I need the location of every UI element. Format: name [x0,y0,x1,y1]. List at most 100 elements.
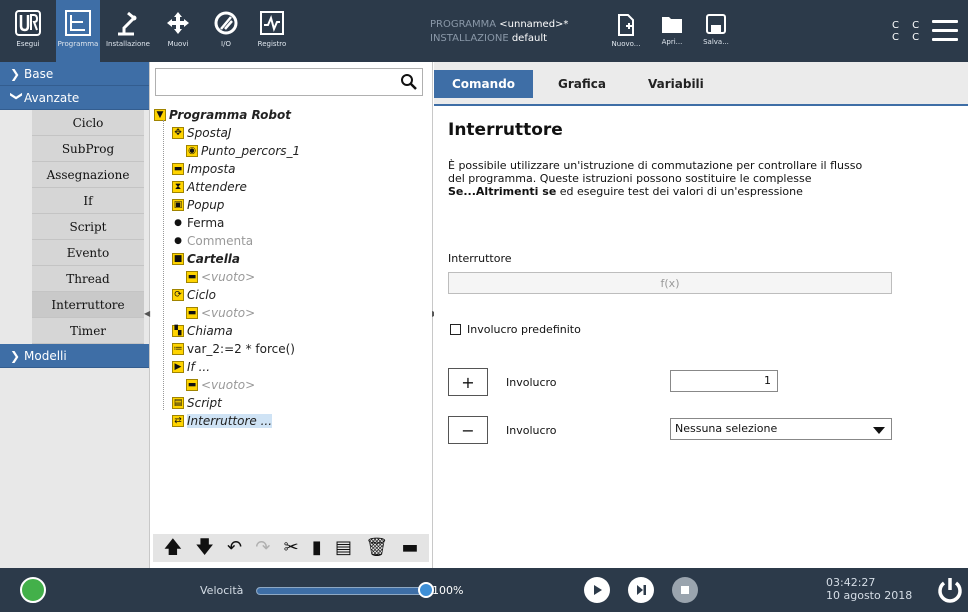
ur-logo-icon [15,10,41,36]
save-button[interactable]: Salva... [696,0,736,62]
move-cross-icon [167,12,189,34]
dropdown-arrow-icon [873,427,885,434]
power-icon[interactable] [936,576,964,604]
io-tab-label: I/O [221,40,231,48]
tree-toolbar: 🡅 🡇 ↶ ↷ ✂ ▮ ▤ 🗑 ▬ [153,534,429,562]
tree-node-halt[interactable]: ● Ferma [154,214,429,232]
cut-icon[interactable]: ✂ [284,539,299,557]
tree-node-label: Interruttore ... [187,414,273,428]
collapse-sidebar-icon[interactable]: ◀ [144,309,152,321]
sidebar-item-switch[interactable]: Interruttore [32,292,144,318]
tree-node-switch[interactable]: ⇄ Interruttore ... [154,412,429,430]
copy-icon[interactable]: ▮ [312,539,322,557]
tree-node-folder[interactable]: ■ Cartella [154,250,429,268]
tree-connector [163,120,164,410]
tree-node-icon: ▤ [172,397,184,409]
bottom-bar: Velocità 100% 03:42:27 10 agosto 2018 [0,568,968,612]
sidebar-item-assignment[interactable]: Assegnazione [32,162,144,188]
new-button[interactable]: Nuovo... [606,0,646,62]
tab-command[interactable]: Comando [434,70,534,98]
tree-node-movej[interactable]: ✥ SpostaJ [154,124,429,142]
cc-line-2: C C [892,32,925,43]
sidebar-item-thread[interactable]: Thread [32,266,144,292]
sidebar-item-event[interactable]: Evento [32,240,144,266]
undo-icon[interactable]: ↶ [227,539,242,557]
tree-node-label: Punto_percors_1 [201,144,301,158]
tree-node-assignment[interactable]: ≔ var_2:=2 * force() [154,340,429,358]
remove-case-button[interactable]: − [448,416,488,444]
tree-node-icon: ⇄ [172,415,184,427]
log-tab-button[interactable]: Registro [250,0,294,62]
checkbox-box[interactable] [450,324,461,335]
tree-node-popup[interactable]: ▣ Popup [154,196,429,214]
tree-node-empty-1[interactable]: ▬ <vuoto> [154,268,429,286]
program-name: <unnamed>* [499,19,569,30]
tree-node-set[interactable]: ▬ Imposta [154,160,429,178]
category-base[interactable]: ❯ Base [0,62,149,86]
tree-node-loop[interactable]: ⟳ Ciclo [154,286,429,304]
tree-node-icon: ▬ [186,307,198,319]
paste-icon[interactable]: ▤ [335,539,352,557]
tree-node-icon: ⟳ [172,289,184,301]
run-tab-label: Esegui [16,40,40,48]
program-tab-button[interactable]: Programma [56,0,100,62]
suppress-icon[interactable]: ▬ [401,539,418,557]
switch-expression-field[interactable]: f(x) [448,272,892,294]
tab-graphics[interactable]: Grafica [540,70,624,98]
tree-node-wait[interactable]: ⧗ Attendere [154,178,429,196]
default-case-checkbox[interactable]: Involucro predefinito [450,323,581,336]
sidebar-item-loop[interactable]: Ciclo [32,110,144,136]
tree-node-icon: ⧗ [172,181,184,193]
power-status-icon[interactable] [20,577,46,603]
tree-node-label: Imposta [187,162,236,176]
log-tab-label: Registro [257,40,287,48]
tree-node-icon: ▶ [172,361,184,373]
category-templates[interactable]: ❯ Modelli [0,344,149,368]
move-down-icon[interactable]: 🡇 [195,539,214,557]
tree-search-input[interactable] [155,68,423,96]
tab-variables[interactable]: Variabili [630,70,722,98]
tree-node-empty-3[interactable]: ▬ <vuoto> [154,376,429,394]
open-button[interactable]: Apri... [652,0,692,62]
install-tab-label: Installazione [105,40,150,48]
category-advanced[interactable]: ❯ Avanzate [0,86,149,110]
tree-node-icon: ▬ [186,379,198,391]
run-tab-button[interactable]: Esegui [0,0,56,62]
new-file-icon [618,14,634,36]
tree-node-comment[interactable]: ● Commenta [154,232,429,250]
tree-node-call[interactable]: ▚ Chiama [154,322,429,340]
move-tab-button[interactable]: Muovi [156,0,200,62]
tree-node-waypoint[interactable]: ◉ Punto_percors_1 [154,142,429,160]
default-case-label: Involucro predefinito [467,323,581,336]
tree-node-empty-2[interactable]: ▬ <vuoto> [154,304,429,322]
install-tab-button[interactable]: Installazione [100,0,156,62]
play-button[interactable] [584,577,610,603]
program-tree-panel: ▼ Programma Robot ✥ SpostaJ ◉ Punto_percors_1… [150,62,433,568]
tree-node-if[interactable]: ▶ If ... [154,358,429,376]
move-up-icon[interactable]: 🡅 [164,539,183,557]
chevron-right-icon: ❯ [10,348,21,363]
sidebar-item-timer[interactable]: Timer [32,318,144,344]
tree-node-label: <vuoto> [201,378,256,392]
case-select-dropdown[interactable]: Nessuna selezione [670,418,892,440]
redo-icon[interactable]: ↷ [255,539,270,557]
tree-node-script[interactable]: ▤ Script [154,394,429,412]
switch-expression-label: Interruttore [448,252,512,265]
step-button[interactable] [628,577,654,603]
delete-icon[interactable]: 🗑 [365,539,388,557]
speed-slider[interactable] [256,587,428,595]
hamburger-menu-icon[interactable] [932,20,958,42]
stop-button[interactable] [672,577,698,603]
sidebar-item-subprog[interactable]: SubProg [32,136,144,162]
tree-node-icon: ● [172,217,184,229]
description-bold: Se...Altrimenti se [448,185,557,198]
tree-node-icon: ▚ [172,325,184,337]
tree-node-program-root[interactable]: ▼ Programma Robot [154,106,429,124]
io-tab-button[interactable]: I/O [204,0,248,62]
search-icon[interactable] [400,73,418,91]
sidebar-item-script[interactable]: Script [32,214,144,240]
case-value-input[interactable]: 1 [670,370,778,392]
command-description: È possibile utilizzare un'istruzione di … [448,159,908,198]
sidebar-item-if[interactable]: If [32,188,144,214]
add-case-button[interactable]: + [448,368,488,396]
